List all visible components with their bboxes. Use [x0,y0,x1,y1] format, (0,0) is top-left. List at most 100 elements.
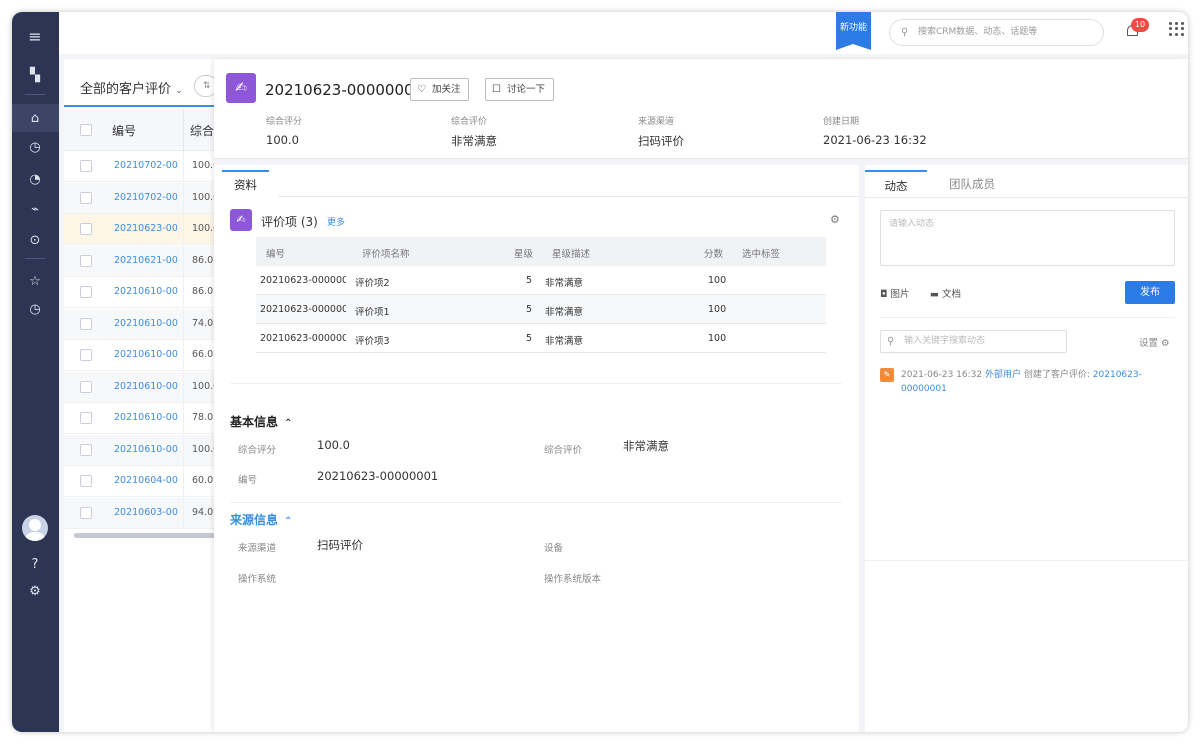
source-info-title: 来源信息 [230,513,279,527]
horizontal-scrollbar[interactable] [74,533,216,538]
row-checkbox[interactable] [80,160,92,172]
table-row[interactable]: 20210702-0000 100.0 [64,182,216,214]
items-col-star-desc: 星级描述 [552,249,591,260]
line-chart-icon[interactable]: ⌁ [23,199,47,219]
row-checkbox[interactable] [80,223,92,235]
items-table-row[interactable]: 20210623-00000002 评价项1 5 非常满意 100 [256,295,826,324]
activity-input[interactable]: 请输入动态 [880,210,1175,266]
row-id[interactable]: 20210621-0000 [114,255,178,266]
items-more-link[interactable]: 更多 [327,215,345,228]
table-row[interactable]: 20210702-0000 100.0 [64,151,216,182]
row-checkbox[interactable] [80,475,92,487]
column-header-score[interactable]: 综合 [190,122,214,139]
pie-chart-icon[interactable]: ◔ [23,169,47,189]
help-icon[interactable]: ? [23,554,47,574]
home-icon[interactable]: ⌂ [23,108,47,128]
table-row[interactable]: 20210610-0000 66.0 [64,340,216,371]
field-label: 操作系统 [238,574,277,585]
row-checkbox[interactable] [80,286,92,298]
avatar[interactable] [22,515,48,541]
row-checkbox[interactable] [80,380,92,393]
items-section-title: 评价项 (3) [261,215,318,229]
row-id[interactable]: 20210610-0000 [114,349,178,360]
menu-icon[interactable]: ≡ [23,26,47,46]
source-info-header[interactable]: 来源信息 ⌃ [230,511,292,528]
tab-data[interactable]: 资料 [222,170,269,197]
basic-info-header[interactable]: 基本信息 ⌃ [230,413,292,430]
target-icon[interactable]: ⊙ [23,230,47,250]
table-row[interactable]: 20210610-0000 78.0 [64,403,216,434]
follow-button[interactable]: ♡ 加关注 [410,78,470,101]
table-row[interactable]: 20210621-0000 86.0 [64,245,216,277]
row-id[interactable]: 20210604-0000 [114,475,178,486]
row-score: 100.0 [192,160,216,171]
row-checkbox[interactable] [80,349,92,361]
gear-icon: ⚙ [1161,338,1170,349]
row-id[interactable]: 20210610-0000 [114,318,178,329]
row-checkbox[interactable] [80,412,92,424]
activity-search-input[interactable]: ⚲ 输入关键字搜索动态 [880,330,1067,353]
clock-icon[interactable]: ◷ [23,137,47,157]
tab-activity[interactable]: 动态 [865,170,927,198]
document-button[interactable]: ▬ 文档 [930,286,961,300]
dashboard-icon[interactable]: ▚ [23,65,47,85]
row-id[interactable]: 20210610-0000 [114,412,178,423]
gear-icon[interactable]: ⚙ [830,213,840,226]
item-star-desc: 非常满意 [545,278,584,289]
item-score: 100 [708,304,727,315]
detail-main: 资料 ✍ 评价项 (3) 更多 ⚙ 编号 评价项名称 星级 星级描述 分数 选中… [214,165,859,732]
table-row[interactable]: 20210603-0000 94.0 [64,497,216,529]
row-id[interactable]: 20210702-0000 [114,160,178,171]
image-button[interactable]: ◘ 图片 [880,286,910,300]
star-icon[interactable]: ☆ [23,271,47,291]
row-checkbox[interactable] [80,506,92,519]
list-title: 全部的客户评价 [80,82,172,97]
app-window: ≡ ▚ ⌂ ◷ ◔ ⌁ ⊙ ☆ ◷ ? ⚙ 新功能 ⚲ 搜索CRM数据、动态、话… [12,12,1188,732]
activity-search-placeholder: 输入关键字搜索动态 [904,336,986,346]
items-table-row[interactable]: 20210623-00000003 评价项2 5 非常满意 100 [256,266,826,295]
row-id[interactable]: 20210610-0000 [114,286,178,297]
evaluation-items-icon: ✍ [230,209,252,231]
discuss-button[interactable]: ☐ 讨论一下 [485,78,554,101]
row-checkbox[interactable] [80,317,92,330]
activity-user-link[interactable]: 外部用户 [985,370,1021,380]
new-feature-badge[interactable]: 新功能 [836,12,871,50]
row-id[interactable]: 20210610-0000 [114,444,178,455]
row-id[interactable]: 20210702-0000 [114,192,178,203]
notification-bell[interactable]: 10 [1126,18,1149,38]
activity-settings-button[interactable]: 设置 ⚙ [1139,335,1170,349]
row-score: 94.0 [192,506,214,518]
field-value: 20210623-00000001 [317,469,439,483]
tab-team-members[interactable]: 团队成员 [937,170,1007,198]
row-checkbox[interactable] [80,443,92,456]
column-header-id[interactable]: 编号 [112,122,136,139]
table-row[interactable]: 20210604-0000 60.0 [64,466,216,497]
select-all-checkbox[interactable] [80,124,92,136]
sidebar: ≡ ▚ ⌂ ◷ ◔ ⌁ ⊙ ☆ ◷ ? ⚙ [12,12,59,732]
items-table-row[interactable]: 20210623-00000001 评价项3 5 非常满意 100 [256,324,826,353]
sidebar-divider [25,258,45,259]
row-id[interactable]: 20210623-0000 [114,223,178,234]
field-label: 来源渠道 [238,543,277,554]
row-checkbox[interactable] [80,191,92,204]
apps-grid-icon[interactable] [1169,22,1184,36]
new-feature-label: 新功能 [839,23,867,33]
history-icon[interactable]: ◷ [23,299,47,319]
row-id[interactable]: 20210603-0000 [114,507,178,518]
table-row[interactable]: 20210623-0000 100.0 [64,214,216,245]
table-row[interactable]: 20210610-0000 86.0 [64,277,216,308]
settings-icon[interactable]: ⚙ [23,581,47,601]
table-row[interactable]: 20210610-0000 100.0 [64,371,216,403]
field-value: 非常满意 [623,439,669,453]
meta-value: 非常满意 [451,134,497,148]
table-row[interactable]: 20210610-0000 74.0 [64,308,216,340]
field-value: 扫码评价 [317,538,363,552]
table-row[interactable]: 20210610-0000 100.0 [64,434,216,466]
record-title: 20210623-00000001 [265,81,424,99]
row-checkbox[interactable] [80,254,92,267]
global-search-input[interactable]: ⚲ 搜索CRM数据、动态、话题等 [889,19,1104,46]
publish-button[interactable]: 发布 [1125,281,1175,304]
list-view-selector[interactable]: 全部的客户评价 ⌄ [80,78,183,97]
row-id[interactable]: 20210610-0000 [114,381,178,392]
item-id: 20210623-00000002 [260,304,346,315]
